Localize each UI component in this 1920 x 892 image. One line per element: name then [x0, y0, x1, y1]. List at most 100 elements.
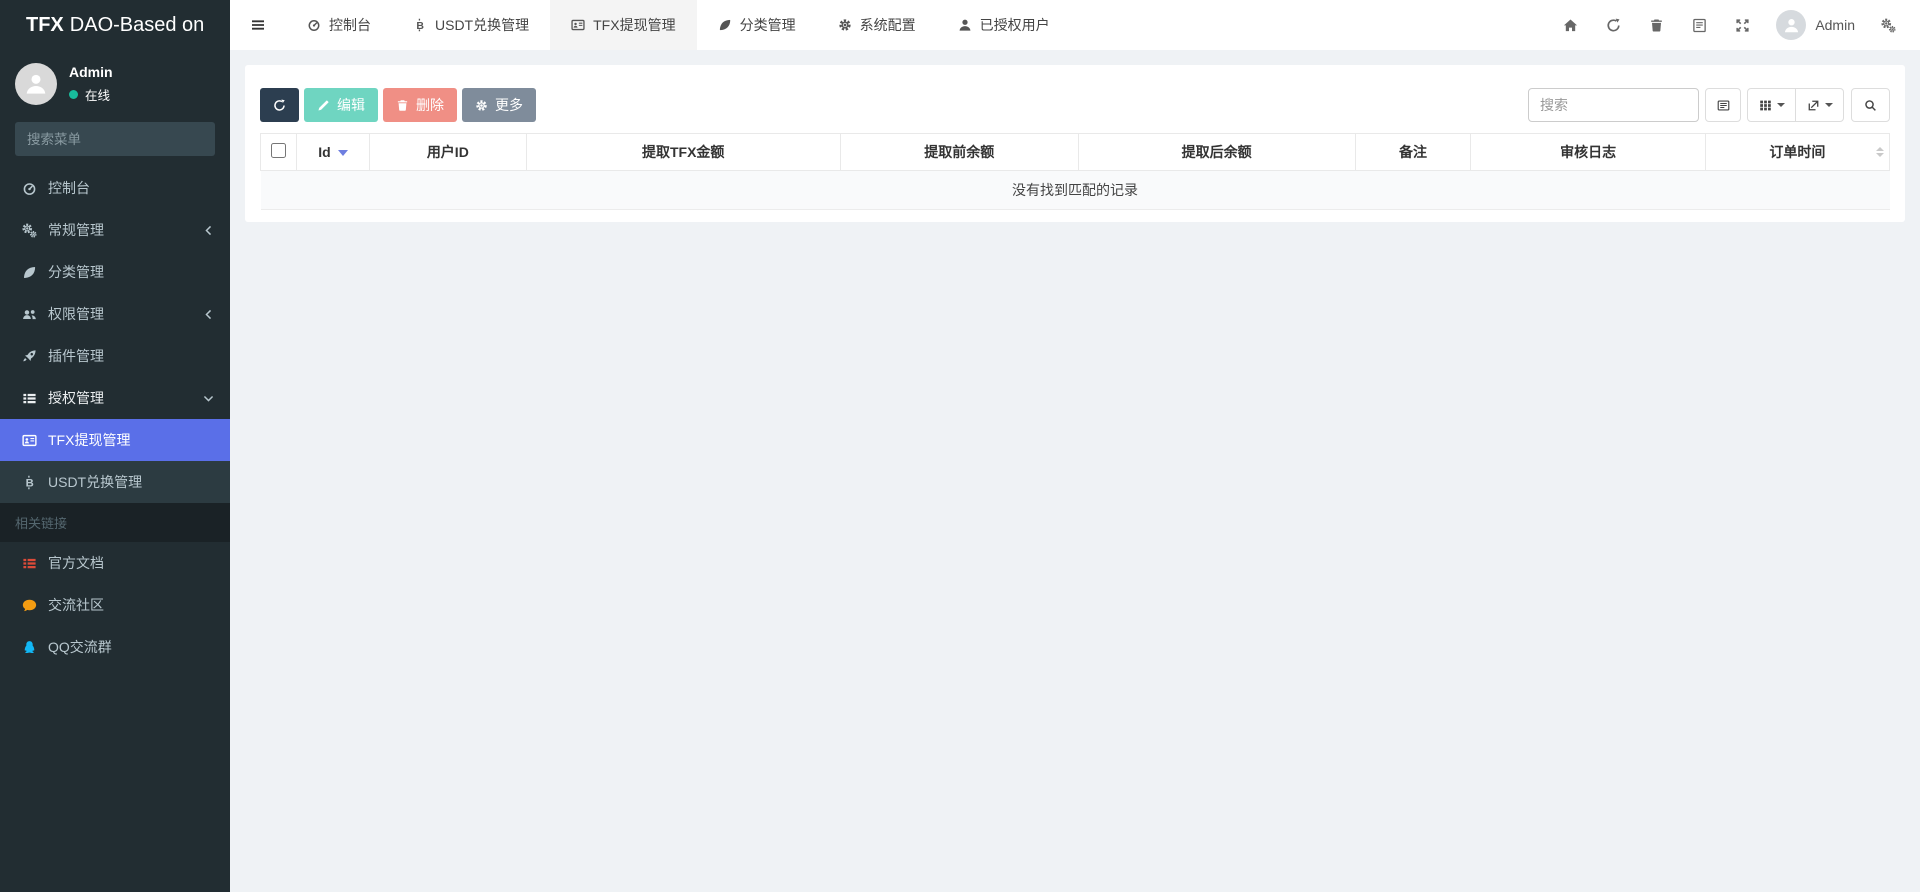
- caret-down-icon: [1777, 103, 1785, 107]
- edit-button-label: 编辑: [337, 95, 365, 115]
- user-icon: [24, 72, 48, 96]
- tab-config[interactable]: 系统配置: [817, 0, 937, 50]
- sidebar-item-auth[interactable]: 权限管理: [0, 293, 230, 335]
- column-header-id[interactable]: Id: [296, 134, 369, 171]
- refresh-icon: [1606, 18, 1621, 33]
- btc-icon: [22, 475, 37, 490]
- sidebar-toggle-button[interactable]: [230, 0, 286, 50]
- brand-rest: DAO-Based on: [70, 14, 205, 37]
- clear-cache-button[interactable]: [1635, 18, 1678, 33]
- column-header-tfx-amount: 提取TFX金额: [526, 134, 840, 171]
- sidebar-item-license[interactable]: 授权管理: [0, 377, 230, 419]
- chevron-left-icon: [202, 224, 215, 237]
- leaf-icon: [718, 18, 732, 32]
- rocket-icon: [22, 349, 37, 364]
- gear-icon: [475, 99, 488, 112]
- tachometer-icon: [307, 18, 321, 32]
- sidebar-item-dashboard[interactable]: 控制台: [0, 167, 230, 209]
- tab-dashboard[interactable]: 控制台: [286, 0, 392, 50]
- sidebar-item-general[interactable]: 常规管理: [0, 209, 230, 251]
- delete-button-label: 删除: [416, 95, 444, 115]
- tab-label: 系统配置: [860, 15, 916, 35]
- tab-label: USDT兑换管理: [435, 15, 529, 35]
- refresh-table-button[interactable]: [260, 88, 299, 122]
- sidebar-link-docs[interactable]: 官方文档: [0, 542, 230, 584]
- sort-both-icon: [1876, 147, 1884, 157]
- fullscreen-button[interactable]: [1721, 18, 1764, 33]
- gear-icon: [838, 18, 852, 32]
- list-icon: [22, 556, 37, 571]
- main-area: 控制台 USDT兑换管理 TFX提现管理 分类管理 系统配置: [230, 0, 1920, 892]
- user-icon: [1783, 17, 1800, 34]
- tachometer-icon: [22, 181, 37, 196]
- sidebar-search-input[interactable]: [27, 132, 204, 147]
- tab-tfx-withdraw[interactable]: TFX提现管理: [550, 0, 696, 50]
- table-search-input[interactable]: [1528, 88, 1699, 122]
- sidebar-user-panel: Admin 在线: [0, 50, 230, 115]
- chevron-left-icon: [202, 308, 215, 321]
- detail-view-icon: [1717, 99, 1730, 112]
- fullscreen-icon: [1735, 18, 1750, 33]
- search-toggle-button[interactable]: [1851, 88, 1890, 122]
- sidebar-item-label: 插件管理: [48, 346, 104, 366]
- trash-icon: [1649, 18, 1664, 33]
- column-header-audit-log: 审核日志: [1471, 134, 1706, 171]
- column-header-balance-after: 提取后余额: [1078, 134, 1355, 171]
- sidebar: TFX DAO-Based on Admin 在线 控制台: [0, 0, 230, 892]
- topbar-user-name[interactable]: Admin: [1815, 17, 1855, 33]
- cogs-icon: [22, 223, 37, 238]
- export-dropdown-button[interactable]: [1795, 88, 1844, 122]
- nav-tabs: 控制台 USDT兑换管理 TFX提现管理 分类管理 系统配置: [230, 0, 1071, 50]
- more-button[interactable]: 更多: [462, 88, 536, 122]
- language-button[interactable]: [1678, 18, 1721, 33]
- empty-state-text: 没有找到匹配的记录: [261, 171, 1890, 210]
- sidebar-item-usdt-exchange[interactable]: USDT兑换管理: [0, 461, 230, 503]
- delete-button[interactable]: 删除: [383, 88, 457, 122]
- home-button[interactable]: [1549, 18, 1592, 33]
- empty-state-row: 没有找到匹配的记录: [261, 171, 1890, 210]
- columns-dropdown-button[interactable]: [1747, 88, 1796, 122]
- column-header-memo: 备注: [1355, 134, 1471, 171]
- edit-button[interactable]: 编辑: [304, 88, 378, 122]
- comment-icon: [22, 598, 37, 613]
- sidebar-link-qq[interactable]: QQ交流群: [0, 626, 230, 668]
- settings-button[interactable]: [1867, 18, 1910, 33]
- id-card-icon: [22, 433, 37, 448]
- tab-authorized-users[interactable]: 已授权用户: [937, 0, 1071, 50]
- leaf-icon: [22, 265, 37, 280]
- select-all-checkbox[interactable]: [271, 143, 286, 158]
- pencil-icon: [317, 99, 330, 112]
- tab-usdt-exchange[interactable]: USDT兑换管理: [392, 0, 550, 50]
- sidebar-item-label: 分类管理: [48, 262, 104, 282]
- column-header-balance-before: 提取前余额: [840, 134, 1078, 171]
- caret-down-icon: [1825, 103, 1833, 107]
- tab-label: 已授权用户: [980, 15, 1050, 35]
- sidebar-link-label: 官方文档: [48, 553, 104, 573]
- topbar-right: Admin: [1549, 0, 1920, 50]
- column-header-order-time[interactable]: 订单时间: [1705, 134, 1889, 171]
- sidebar-link-label: 交流社区: [48, 595, 104, 615]
- sidebar-link-community[interactable]: 交流社区: [0, 584, 230, 626]
- export-icon: [1807, 99, 1820, 112]
- topbar: 控制台 USDT兑换管理 TFX提现管理 分类管理 系统配置: [230, 0, 1920, 50]
- sidebar-item-label: 常规管理: [48, 220, 104, 240]
- sidebar-item-tfx-withdraw[interactable]: TFX提现管理: [0, 419, 230, 461]
- search-icon: [1864, 99, 1877, 112]
- sidebar-item-category[interactable]: 分类管理: [0, 251, 230, 293]
- id-card-icon: [571, 18, 585, 32]
- table-toolbar: 编辑 删除 更多: [260, 88, 1890, 122]
- trash-icon: [396, 99, 409, 112]
- topbar-avatar[interactable]: [1776, 10, 1806, 40]
- user-name: Admin: [69, 64, 113, 80]
- brand-logo[interactable]: TFX DAO-Based on: [0, 0, 230, 50]
- brand-bold: TFX: [26, 14, 64, 37]
- detail-view-button[interactable]: [1705, 88, 1741, 122]
- refresh-icon: [273, 99, 286, 112]
- sidebar-link-label: QQ交流群: [48, 637, 112, 657]
- refresh-button[interactable]: [1592, 18, 1635, 33]
- data-table: Id 用户ID 提取TFX金额 提取前余额 提取后余额 备注 审核日志 订单时间: [260, 133, 1890, 210]
- sidebar-item-addon[interactable]: 插件管理: [0, 335, 230, 377]
- tab-category[interactable]: 分类管理: [697, 0, 817, 50]
- btc-icon: [413, 18, 427, 32]
- avatar: [15, 63, 57, 105]
